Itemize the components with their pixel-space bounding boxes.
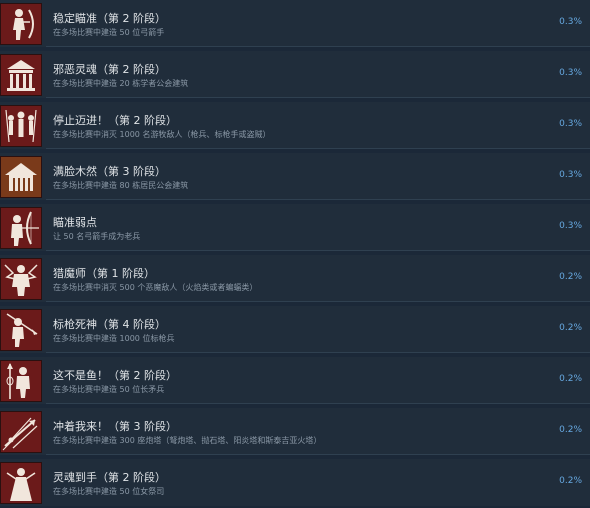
achievement-description: 在多场比赛中建造 50 位长矛兵 (53, 385, 165, 394)
achievement-description: 在多场比赛中建造 300 座炮塔（弩炮塔、抛石塔、阳炎塔和斯泰吉亚火塔） (53, 436, 322, 445)
archer-icon (0, 3, 42, 45)
unlock-percentage: 0.3% (559, 221, 582, 231)
row-divider (46, 301, 590, 302)
achievement-row[interactable]: 稳定瞄准（第 2 阶段） 在多场比赛中建造 50 位弓箭手 0.3% (0, 0, 590, 47)
row-divider (46, 97, 590, 98)
priestess-icon (0, 462, 42, 504)
unlock-percentage: 0.3% (559, 17, 582, 27)
row-divider (46, 199, 590, 200)
row-divider (46, 148, 590, 149)
achievement-description: 在多场比赛中建造 1000 位标枪兵 (53, 334, 175, 343)
achievement-row[interactable]: 满脸木然（第 3 阶段） 在多场比赛中建造 80 栋居民公会建筑 0.3% (0, 153, 590, 200)
demon-hunter-icon (0, 258, 42, 300)
unlock-percentage: 0.2% (559, 323, 582, 333)
achievement-list: 稳定瞄准（第 2 阶段） 在多场比赛中建造 50 位弓箭手 0.3% 邪恶灵魂（… (0, 0, 590, 508)
house-icon (0, 156, 42, 198)
javelin-thrower-icon (0, 309, 42, 351)
achievement-title: 停止迈进！（第 2 阶段） (53, 114, 177, 127)
unlock-percentage: 0.2% (559, 374, 582, 384)
row-divider (46, 46, 590, 47)
achievement-row[interactable]: 灵魂到手（第 2 阶段） 在多场比赛中建造 50 位女祭司 0.2% (0, 459, 590, 506)
achievement-title: 瞄准弱点 (53, 216, 97, 229)
archer-aim-icon (0, 207, 42, 249)
achievement-title: 灵魂到手（第 2 阶段） (53, 471, 166, 484)
unlock-percentage: 0.3% (559, 170, 582, 180)
achievement-title: 邪恶灵魂（第 2 阶段） (53, 63, 166, 76)
achievement-row[interactable]: 瞄准弱点 让 50 名弓箭手成为老兵 0.3% (0, 204, 590, 251)
warriors-group-icon (0, 105, 42, 147)
achievement-description: 在多场比赛中建造 50 位女祭司 (53, 487, 165, 496)
achievement-description: 在多场比赛中消灭 1000 名游牧敌人（枪兵、标枪手或盗贼） (53, 130, 271, 139)
unlock-percentage: 0.2% (559, 425, 582, 435)
achievement-title: 冲着我来！（第 3 阶段） (53, 420, 177, 433)
achievement-row[interactable]: 停止迈进！（第 2 阶段） 在多场比赛中消灭 1000 名游牧敌人（枪兵、标枪手… (0, 102, 590, 149)
row-divider (46, 250, 590, 251)
cathedral-icon (0, 54, 42, 96)
achievement-row[interactable]: 标枪死神（第 4 阶段） 在多场比赛中建造 1000 位标枪兵 0.2% (0, 306, 590, 353)
unlock-percentage: 0.3% (559, 68, 582, 78)
achievement-row[interactable]: 冲着我来！（第 3 阶段） 在多场比赛中建造 300 座炮塔（弩炮塔、抛石塔、阳… (0, 408, 590, 455)
achievement-title: 标枪死神（第 4 阶段） (53, 318, 166, 331)
achievement-description: 在多场比赛中消灭 500 个恶魔敌人（火焰类或者蝙蝠类） (53, 283, 258, 292)
siege-tower-icon (0, 411, 42, 453)
row-divider (46, 352, 590, 353)
achievement-description: 让 50 名弓箭手成为老兵 (53, 232, 141, 241)
achievement-description: 在多场比赛中建造 20 栋学者公会建筑 (53, 79, 189, 88)
achievement-row[interactable]: 邪恶灵魂（第 2 阶段） 在多场比赛中建造 20 栋学者公会建筑 0.3% (0, 51, 590, 98)
unlock-percentage: 0.2% (559, 272, 582, 282)
achievement-title: 满脸木然（第 3 阶段） (53, 165, 166, 178)
achievement-description: 在多场比赛中建造 80 栋居民公会建筑 (53, 181, 189, 190)
unlock-percentage: 0.3% (559, 119, 582, 129)
row-divider (46, 454, 590, 455)
spearman-icon (0, 360, 42, 402)
achievement-description: 在多场比赛中建造 50 位弓箭手 (53, 28, 165, 37)
row-divider (46, 403, 590, 404)
achievement-title: 这不是鱼！（第 2 阶段） (53, 369, 177, 382)
achievement-row[interactable]: 这不是鱼！（第 2 阶段） 在多场比赛中建造 50 位长矛兵 0.2% (0, 357, 590, 404)
achievement-title: 稳定瞄准（第 2 阶段） (53, 12, 166, 25)
unlock-percentage: 0.2% (559, 476, 582, 486)
achievement-title: 猎魔师（第 1 阶段） (53, 267, 155, 280)
achievement-row[interactable]: 猎魔师（第 1 阶段） 在多场比赛中消灭 500 个恶魔敌人（火焰类或者蝙蝠类）… (0, 255, 590, 302)
